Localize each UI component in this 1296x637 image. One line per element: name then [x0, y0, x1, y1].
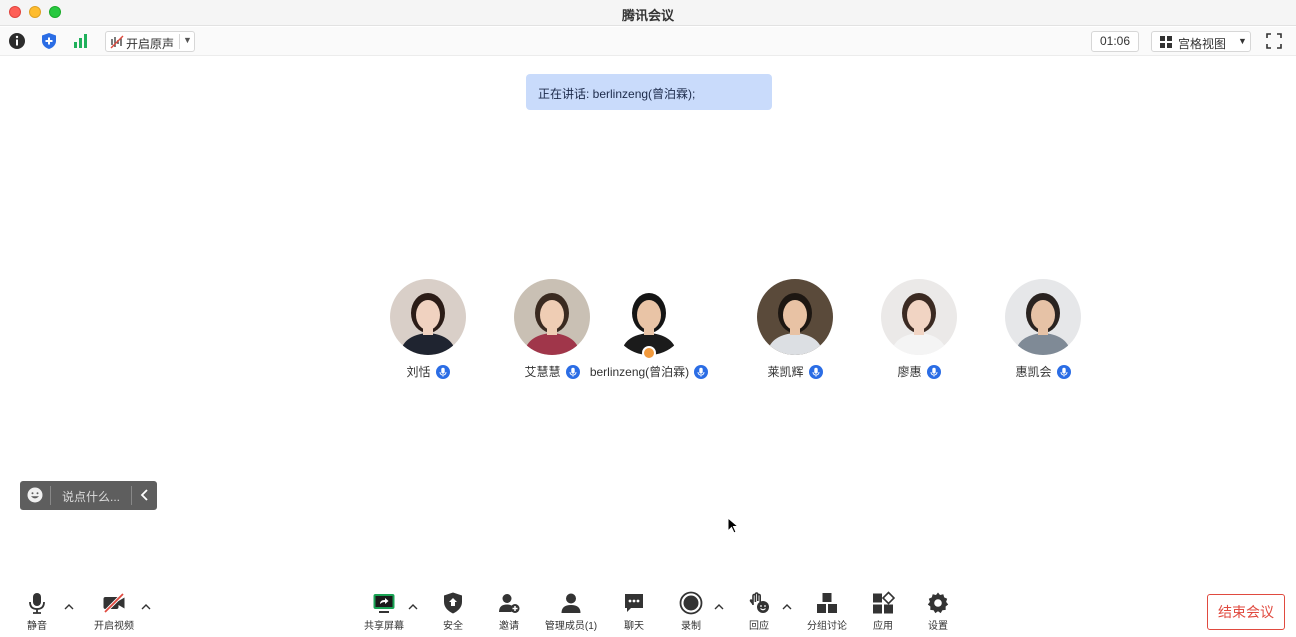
reaction-label: 回应 [749, 621, 769, 632]
participant-name: 惠凯会 [1015, 365, 1052, 379]
chevron-up-icon[interactable] [714, 603, 724, 611]
record-icon [679, 591, 703, 615]
end-meeting-button[interactable]: 结束会议 [1207, 594, 1285, 630]
title-bar: 腾讯会议 [0, 0, 1296, 26]
members-icon [561, 593, 581, 613]
participant-name: 廖惠 [897, 365, 922, 379]
microphone-icon [29, 593, 45, 614]
manage-members-button[interactable]: 管理成员(1) [543, 591, 599, 632]
microphone-icon [926, 365, 941, 379]
settings-button[interactable]: 设置 [922, 591, 954, 632]
security-label: 安全 [443, 621, 463, 632]
chevron-down-icon: ▼ [1238, 36, 1247, 46]
host-badge-icon [642, 346, 656, 360]
breakout-rooms-button[interactable]: 分组讨论 [805, 591, 849, 632]
participant-name: 艾慧慧 [524, 365, 561, 379]
apps-label: 应用 [873, 621, 893, 632]
divider [50, 486, 51, 505]
chevron-left-icon[interactable] [138, 487, 152, 503]
chat-input-bar[interactable]: 说点什么... [20, 481, 157, 510]
raise-hand-icon [749, 592, 769, 613]
bottom-toolbar: 静音 开启视频 共享屏幕 安全 邀请 管理成员(1) 聊天 录制 回应 分组讨论… [0, 585, 1296, 637]
info-icon[interactable] [8, 32, 26, 50]
avatar [611, 279, 687, 355]
gear-icon [927, 592, 949, 614]
share-label: 共享屏幕 [364, 621, 404, 632]
mouse-cursor-icon [727, 517, 739, 534]
meeting-timer: 01:06 [1091, 31, 1139, 52]
emoji-icon[interactable] [27, 487, 43, 503]
participant-name-row: berlinzeng(曾泊霖) [574, 363, 724, 380]
participant-name: berlinzeng(曾泊霖) [589, 365, 690, 379]
avatar [390, 279, 466, 355]
participant-name: 莱凯辉 [767, 365, 804, 379]
mute-button[interactable]: 静音 [20, 591, 54, 632]
chat-icon [625, 594, 643, 612]
meeting-window: 腾讯会议 开启原声 ▼ 01:06 宫格视图 ▼ 正在讲话: berlinzen… [0, 0, 1296, 637]
speaking-banner: 正在讲话: berlinzeng(曾泊霖); [526, 74, 772, 110]
view-label: 宫格视图 [1178, 37, 1227, 51]
participant-tile[interactable]: berlinzeng(曾泊霖) [574, 279, 724, 389]
start-video-button[interactable]: 开启视频 [91, 591, 137, 632]
participant-name-row: 惠凯会 [968, 363, 1118, 380]
avatar [1005, 279, 1081, 355]
invite-button[interactable]: 邀请 [493, 591, 525, 632]
grid-view-icon [1160, 36, 1172, 48]
chat-label: 聊天 [624, 621, 644, 632]
security-button[interactable]: 安全 [437, 591, 469, 632]
participant-tile[interactable]: 惠凯会 [968, 279, 1118, 389]
microphone-icon [694, 365, 709, 379]
window-title: 腾讯会议 [621, 8, 674, 23]
microphone-icon [1056, 365, 1071, 379]
share-screen-button[interactable]: 共享屏幕 [362, 591, 406, 632]
shield-icon [444, 592, 462, 614]
microphone-icon [435, 365, 450, 379]
settings-label: 设置 [928, 621, 948, 632]
signal-icon[interactable] [72, 32, 90, 50]
record-label: 录制 [681, 621, 701, 632]
chat-placeholder[interactable]: 说点什么... [62, 488, 120, 505]
breakout-icon [817, 593, 837, 613]
participant-name: 刘恬 [406, 365, 431, 379]
video-label: 开启视频 [94, 621, 134, 632]
add-user-icon [499, 594, 520, 613]
video-off-icon [103, 592, 125, 614]
breakout-label: 分组讨论 [807, 621, 847, 632]
chevron-up-icon[interactable] [408, 603, 418, 611]
chevron-up-icon[interactable] [64, 603, 74, 611]
shield-icon[interactable] [40, 32, 58, 50]
invite-label: 邀请 [499, 621, 519, 632]
apps-button[interactable]: 应用 [867, 591, 899, 632]
fullscreen-icon[interactable] [1265, 32, 1283, 50]
original-sound-label: 开启原声 [126, 37, 175, 51]
mute-label: 静音 [27, 621, 47, 632]
divider [179, 34, 180, 49]
microphone-icon [808, 365, 823, 379]
avatar [757, 279, 833, 355]
members-label: 管理成员(1) [544, 621, 598, 632]
top-toolbar: 开启原声 ▼ 01:06 宫格视图 ▼ [0, 27, 1296, 56]
record-button[interactable]: 录制 [675, 591, 707, 632]
chevron-up-icon[interactable] [141, 603, 151, 611]
view-selector[interactable]: 宫格视图 ▼ [1151, 31, 1251, 52]
divider [131, 486, 132, 505]
chevron-down-icon[interactable]: ▼ [183, 35, 192, 45]
avatar [881, 279, 957, 355]
chevron-up-icon[interactable] [782, 603, 792, 611]
original-sound-button[interactable]: 开启原声 ▼ [105, 31, 195, 52]
sound-off-icon [110, 35, 124, 49]
share-screen-icon [373, 594, 395, 613]
apps-icon [873, 591, 895, 614]
chat-button[interactable]: 聊天 [618, 591, 650, 632]
reaction-button[interactable]: 回应 [743, 591, 775, 632]
